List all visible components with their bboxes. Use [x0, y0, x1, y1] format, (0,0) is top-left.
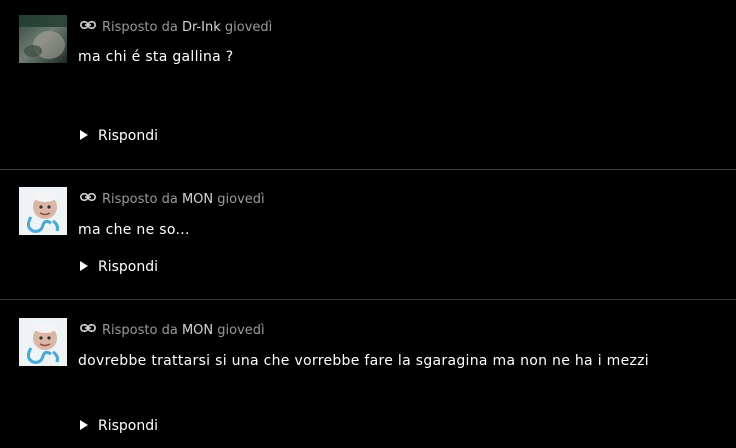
comment-date: giovedì: [224, 20, 273, 35]
reply-label: Rispondi: [98, 259, 159, 275]
link-icon[interactable]: [80, 20, 96, 30]
author-link[interactable]: MON: [182, 323, 213, 338]
reply-button[interactable]: Rispondi: [80, 418, 158, 434]
comment-meta: Risposto da Dr-Ink giovedì: [80, 20, 272, 36]
replied-by-label: Risposto da: [102, 192, 178, 207]
author-link[interactable]: Dr-Ink: [182, 20, 221, 35]
replied-by-label: Risposto da: [102, 323, 178, 338]
comment-meta: Risposto da MON giovedì: [80, 192, 265, 208]
author-link[interactable]: MON: [182, 192, 213, 207]
comment-divider: [0, 299, 736, 300]
avatar[interactable]: [19, 187, 67, 235]
comment-text: dovrebbe trattarsi si una che vorrebbe f…: [78, 353, 649, 369]
play-triangle-icon: [80, 130, 88, 140]
replied-by-label: Risposto da: [102, 20, 178, 35]
comment-meta: Risposto da MON giovedì: [80, 323, 265, 339]
reply-button[interactable]: Rispondi: [80, 259, 158, 275]
comment-text: ma che ne so...: [78, 222, 190, 238]
link-icon[interactable]: [80, 323, 96, 333]
reply-label: Rispondi: [98, 128, 159, 144]
reply-button[interactable]: Rispondi: [80, 128, 158, 144]
avatar[interactable]: [19, 318, 67, 366]
play-triangle-icon: [80, 261, 88, 271]
reply-label: Rispondi: [98, 418, 159, 434]
avatar[interactable]: [19, 15, 67, 63]
comment-date: giovedì: [217, 323, 265, 338]
link-icon[interactable]: [80, 192, 96, 202]
comment-text: ma chi é sta gallina ?: [78, 49, 234, 65]
comment-date: giovedì: [217, 192, 265, 207]
play-triangle-icon: [80, 420, 88, 430]
comment-divider: [0, 169, 736, 170]
